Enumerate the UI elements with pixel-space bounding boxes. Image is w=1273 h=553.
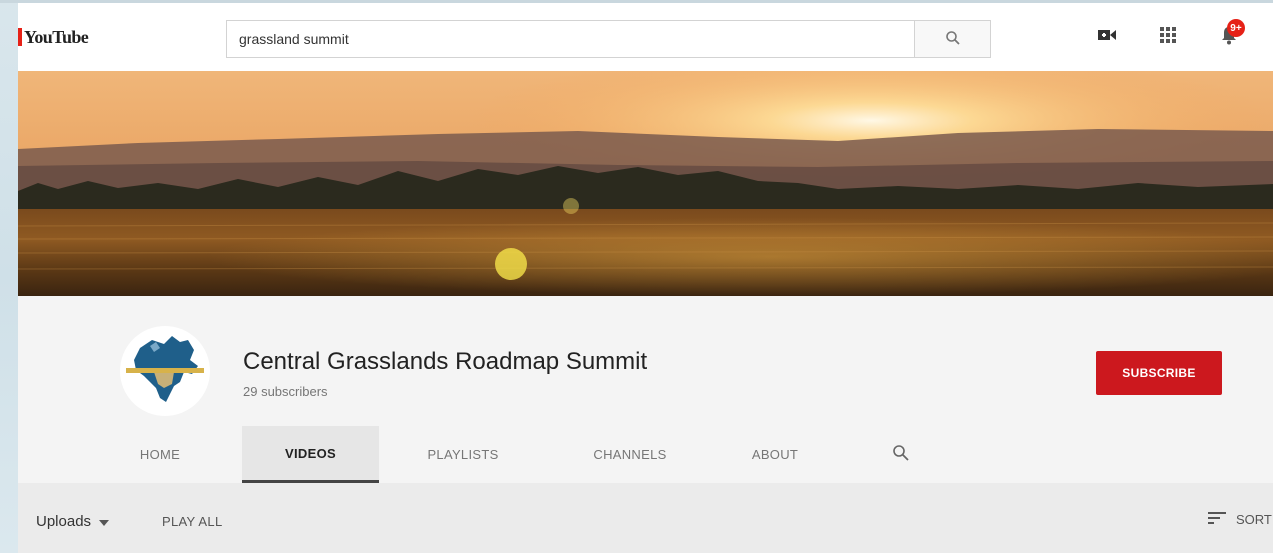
notifications-button[interactable]: 9+ xyxy=(1217,19,1245,49)
uploads-bar: Uploads PLAY ALL SORT xyxy=(18,483,1273,553)
tab-home[interactable]: HOME xyxy=(120,426,200,483)
subscriber-count: 29 subscribers xyxy=(243,384,328,399)
channel-search-button[interactable] xyxy=(876,426,926,483)
channel-tabs: HOME VIDEOS PLAYLISTS CHANNELS ABOUT xyxy=(18,426,1273,483)
video-camera-icon xyxy=(1097,27,1117,48)
sort-icon xyxy=(1208,511,1226,528)
sort-button[interactable]: SORT xyxy=(1208,511,1272,528)
north-america-map-icon xyxy=(120,336,210,416)
logo-red-mark xyxy=(18,28,22,46)
tab-videos[interactable]: VIDEOS xyxy=(242,426,379,483)
caret-down-icon xyxy=(99,513,110,530)
tab-channels[interactable]: CHANNELS xyxy=(570,426,690,483)
masthead: YouTube grassland summit 9+ xyxy=(18,3,1273,72)
tab-playlists[interactable]: PLAYLISTS xyxy=(403,426,523,483)
window-left-edge xyxy=(0,0,18,553)
search-icon xyxy=(945,30,961,49)
search-box xyxy=(226,20,991,58)
subscribe-button[interactable]: SUBSCRIBE xyxy=(1096,351,1222,395)
notification-count-badge: 9+ xyxy=(1227,19,1245,37)
logo-text: YouTube xyxy=(24,26,89,47)
search-icon xyxy=(892,444,910,465)
channel-banner xyxy=(18,71,1273,296)
tab-about[interactable]: ABOUT xyxy=(730,426,820,483)
search-button[interactable] xyxy=(914,21,990,57)
channel-avatar[interactable] xyxy=(120,326,210,416)
channel-title: Central Grasslands Roadmap Summit xyxy=(243,348,648,375)
apps-button[interactable] xyxy=(1156,25,1180,49)
channel-header: Central Grasslands Roadmap Summit 29 sub… xyxy=(18,296,1273,483)
create-video-button[interactable] xyxy=(1095,25,1119,49)
youtube-logo[interactable]: YouTube xyxy=(18,25,89,49)
play-all-button[interactable]: PLAY ALL xyxy=(162,514,222,529)
search-input[interactable] xyxy=(227,21,914,57)
sort-label: SORT xyxy=(1236,512,1272,527)
uploads-dropdown[interactable]: Uploads xyxy=(36,513,110,530)
uploads-dropdown-label: Uploads xyxy=(36,513,92,530)
apps-grid-icon xyxy=(1159,26,1177,49)
